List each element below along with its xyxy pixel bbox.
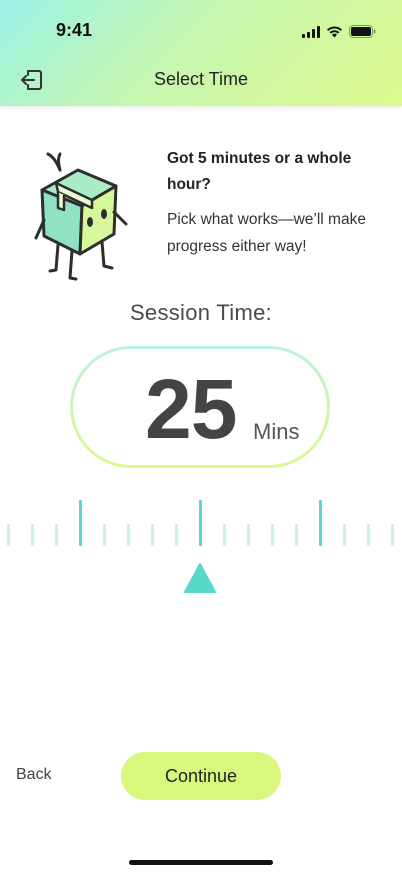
ruler-major-tick xyxy=(199,500,202,546)
status-time: 9:41 xyxy=(56,20,93,40)
status-icons xyxy=(302,25,376,38)
ruler-minor-tick xyxy=(247,524,250,546)
intro-text: Got 5 minutes or a whole hour? Pick what… xyxy=(167,146,385,260)
ruler-minor-tick xyxy=(175,524,178,546)
wifi-icon xyxy=(327,25,342,37)
session-time-label: Session Time: xyxy=(129,300,273,325)
ruler-minor-tick xyxy=(295,524,298,546)
status-bar: 9:41 xyxy=(0,0,402,60)
header: 9:41 Select Time xyxy=(0,0,402,106)
time-ruler-slider[interactable] xyxy=(0,498,402,550)
ruler-minor-tick xyxy=(151,524,154,546)
time-display: 25 Mins xyxy=(70,346,330,468)
ruler-pointer-icon[interactable] xyxy=(183,562,217,594)
ruler-minor-tick xyxy=(343,524,346,546)
page-title: Select Time xyxy=(153,69,249,89)
ruler-major-tick xyxy=(319,500,322,546)
continue-button[interactable]: Continue xyxy=(121,752,281,800)
time-display-inner: 25 Mins xyxy=(73,349,327,465)
time-value: 25 xyxy=(145,362,237,456)
signal-icon xyxy=(302,25,320,38)
box-mascot-illustration xyxy=(34,152,128,281)
ruler-minor-tick xyxy=(391,524,394,546)
ruler-minor-tick xyxy=(367,524,370,546)
ruler-minor-tick xyxy=(271,524,274,546)
time-unit: Mins xyxy=(253,419,300,444)
back-button[interactable]: Back xyxy=(16,766,52,784)
ruler-major-tick xyxy=(79,500,82,546)
select-time-screen: 9:41 Select Time Got 5 minutes or a whol… xyxy=(0,0,402,874)
battery-icon xyxy=(349,25,376,38)
ruler-minor-tick xyxy=(31,524,34,546)
home-indicator xyxy=(129,860,273,865)
nav-bar: Select Time xyxy=(0,60,402,100)
ruler-minor-tick xyxy=(127,524,130,546)
intro-section: Got 5 minutes or a whole hour? Pick what… xyxy=(0,140,402,290)
ruler-minor-tick xyxy=(103,524,106,546)
ruler-minor-tick xyxy=(223,524,226,546)
ruler-minor-tick xyxy=(7,524,10,546)
intro-heading: Got 5 minutes or a whole hour? xyxy=(167,150,352,193)
ruler-minor-tick xyxy=(55,524,58,546)
intro-body: Pick what works—we’ll make progress eith… xyxy=(167,211,366,255)
